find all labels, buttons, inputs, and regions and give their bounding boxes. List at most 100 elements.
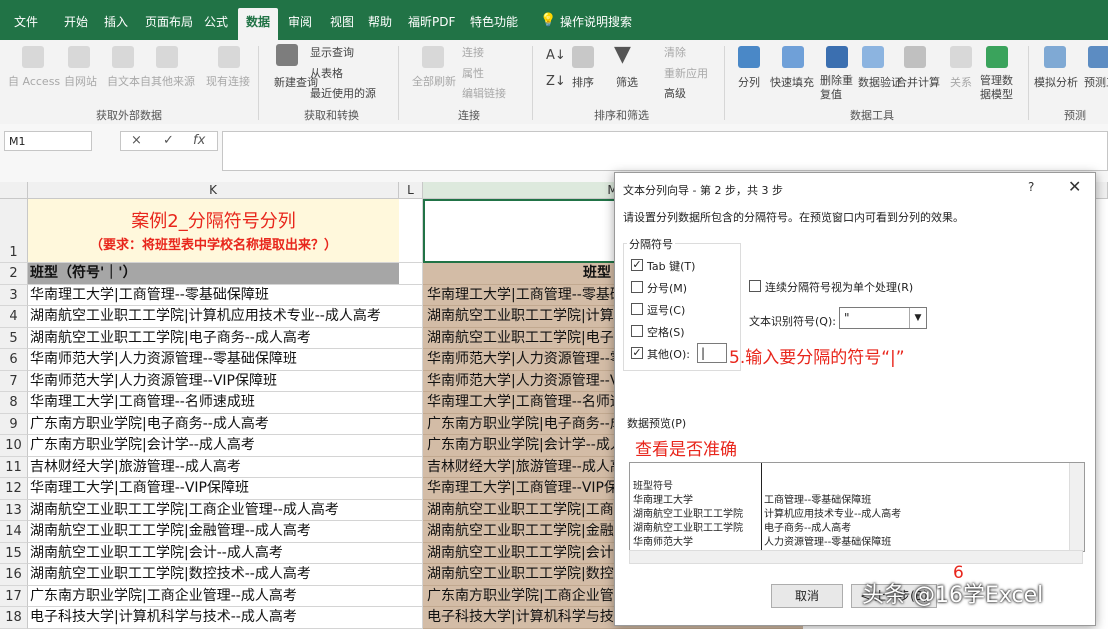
filter-button[interactable]: 筛选 <box>616 74 638 90</box>
header-cell-k[interactable]: 班型（符号'｜'） <box>28 263 399 285</box>
advanced-button[interactable]: 高级 <box>664 85 686 101</box>
cell-l[interactable] <box>399 413 423 435</box>
select-all-corner[interactable] <box>0 182 28 199</box>
cell-l[interactable] <box>399 327 423 349</box>
close-icon[interactable]: ✕ <box>1068 177 1081 196</box>
tab-help[interactable]: 帮助 <box>368 13 392 30</box>
cell-l[interactable] <box>399 392 423 414</box>
row-header[interactable]: 14 <box>0 521 28 543</box>
cell-k[interactable]: 华南理工大学|工商管理--名师速成班 <box>28 392 399 414</box>
reapply-button[interactable]: 重新应用 <box>664 65 708 81</box>
cell-k[interactable]: 广东南方职业学院|电子商务--成人高考 <box>28 414 399 435</box>
connections-button[interactable]: 连接 <box>462 44 484 60</box>
sort-button[interactable]: 排序 <box>572 74 594 90</box>
from-access-button[interactable]: 自 Access <box>8 73 60 89</box>
tab-checkbox[interactable]: ✓ <box>631 259 643 271</box>
tab-file[interactable]: 文件 <box>14 13 38 30</box>
enter-icon[interactable]: ✓ <box>163 133 174 148</box>
row-header[interactable]: 5 <box>0 327 28 349</box>
tab-home[interactable]: 开始 <box>64 13 88 30</box>
chevron-down-icon[interactable]: ▼ <box>909 308 926 328</box>
show-queries-button[interactable]: 显示查询 <box>310 44 354 60</box>
text-to-columns-button[interactable]: 分列 <box>738 74 760 90</box>
preview-horizontal-scrollbar[interactable] <box>629 550 1083 564</box>
clear-button[interactable]: 清除 <box>664 44 686 60</box>
semicolon-checkbox[interactable] <box>631 281 643 293</box>
column-header-l[interactable]: L <box>399 182 423 199</box>
column-header-k[interactable]: K <box>28 182 399 199</box>
cell-l[interactable] <box>399 263 423 285</box>
row-header[interactable]: 13 <box>0 499 28 521</box>
remove-duplicates-button[interactable]: 删除重复值 <box>820 74 856 102</box>
consecutive-checkbox[interactable] <box>749 280 761 292</box>
cancel-icon[interactable]: × <box>131 133 142 148</box>
other-checkbox[interactable]: ✓ <box>631 347 643 359</box>
from-web-button[interactable]: 自网站 <box>64 73 97 89</box>
cell-l[interactable] <box>399 456 423 478</box>
tab-data[interactable]: 数据 <box>238 8 279 40</box>
cell-k[interactable]: 湖南航空工业职工工学院|工商企业管理--成人高考 <box>28 500 399 521</box>
row-header[interactable]: 9 <box>0 413 28 435</box>
tab-review[interactable]: 审阅 <box>288 13 312 30</box>
tell-me-search[interactable]: 操作说明搜索 <box>560 13 632 30</box>
cell-k[interactable]: 华南师范大学|人力资源管理--VIP保障班 <box>28 371 399 392</box>
refresh-all-button[interactable]: 全部刷新 <box>412 73 456 89</box>
from-other-sources-button[interactable]: 自其他来源 <box>140 73 195 89</box>
cancel-button[interactable]: 取消 <box>771 584 843 608</box>
sort-az-icon[interactable]: A↓ <box>546 48 566 63</box>
cell-k[interactable]: 湖南航空工业职工工学院|金融管理--成人高考 <box>28 521 399 543</box>
cell-l[interactable] <box>399 564 423 586</box>
cell-l[interactable] <box>399 284 423 306</box>
row-header[interactable]: 2 <box>0 263 28 285</box>
forecast-sheet-button[interactable]: 预测工作表 <box>1084 74 1108 90</box>
cell-k[interactable]: 湖南航空工业职工工学院|电子商务--成人高考 <box>28 328 399 349</box>
cell-k[interactable]: 湖南航空工业职工工学院|计算机应用技术专业--成人高考 <box>28 306 399 328</box>
from-table-button[interactable]: 从表格 <box>310 65 343 81</box>
row-header[interactable]: 11 <box>0 456 28 478</box>
tab-formulas[interactable]: 公式 <box>204 13 228 30</box>
cell-k[interactable]: 湖南航空工业职工工学院|会计--成人高考 <box>28 543 399 564</box>
row-header[interactable]: 6 <box>0 349 28 371</box>
cell-k[interactable]: 华南理工大学|工商管理--零基础保障班 <box>28 285 399 306</box>
cell-l[interactable] <box>399 585 423 607</box>
row-header[interactable]: 8 <box>0 392 28 414</box>
row-header[interactable]: 1 <box>0 199 28 263</box>
cell-k[interactable]: 吉林财经大学|旅游管理--成人高考 <box>28 457 399 478</box>
cell-k[interactable]: 广东南方职业学院|工商企业管理--成人高考 <box>28 586 399 607</box>
consolidate-button[interactable]: 合并计算 <box>896 74 940 90</box>
cell-k[interactable]: 电子科技大学|计算机科学与技术--成人高考 <box>28 607 399 629</box>
cell-l[interactable] <box>399 370 423 392</box>
sort-za-icon[interactable]: Z↓ <box>546 74 566 89</box>
row-header[interactable]: 18 <box>0 607 28 629</box>
cell-k[interactable]: 湖南航空工业职工工学院|数控技术--成人高考 <box>28 564 399 586</box>
cell-k[interactable]: 广东南方职业学院|会计学--成人高考 <box>28 435 399 457</box>
flash-fill-button[interactable]: 快速填充 <box>770 74 814 90</box>
from-text-button[interactable]: 自文本 <box>107 73 140 89</box>
cell-l[interactable] <box>399 478 423 500</box>
manage-data-model-button[interactable]: 管理数据模型 <box>980 74 1018 102</box>
cell-k[interactable]: 华南师范大学|人力资源管理--零基础保障班 <box>28 349 399 371</box>
tab-view[interactable]: 视图 <box>330 13 354 30</box>
properties-button[interactable]: 属性 <box>462 65 484 81</box>
row-header[interactable]: 16 <box>0 564 28 586</box>
name-box[interactable]: M1 <box>4 131 92 151</box>
tab-insert[interactable]: 插入 <box>104 13 128 30</box>
comma-checkbox[interactable] <box>631 303 643 315</box>
help-icon[interactable]: ? <box>1028 180 1034 194</box>
recent-sources-button[interactable]: 最近使用的源 <box>310 85 376 101</box>
qualifier-select[interactable]: " ▼ <box>839 307 927 329</box>
row-header[interactable]: 15 <box>0 542 28 564</box>
tab-page-layout[interactable]: 页面布局 <box>145 13 193 30</box>
relationships-button[interactable]: 关系 <box>950 74 972 90</box>
cell-l[interactable] <box>399 349 423 371</box>
insert-function-icon[interactable]: fx <box>193 133 205 148</box>
edit-links-button[interactable]: 编辑链接 <box>462 85 506 101</box>
cell-l[interactable] <box>399 435 423 457</box>
cell-l[interactable] <box>399 521 423 543</box>
row-header[interactable]: 12 <box>0 478 28 500</box>
row-header[interactable]: 3 <box>0 284 28 306</box>
row-header[interactable]: 17 <box>0 585 28 607</box>
row-header[interactable]: 7 <box>0 370 28 392</box>
cell-l[interactable] <box>399 306 423 328</box>
space-checkbox[interactable] <box>631 325 643 337</box>
